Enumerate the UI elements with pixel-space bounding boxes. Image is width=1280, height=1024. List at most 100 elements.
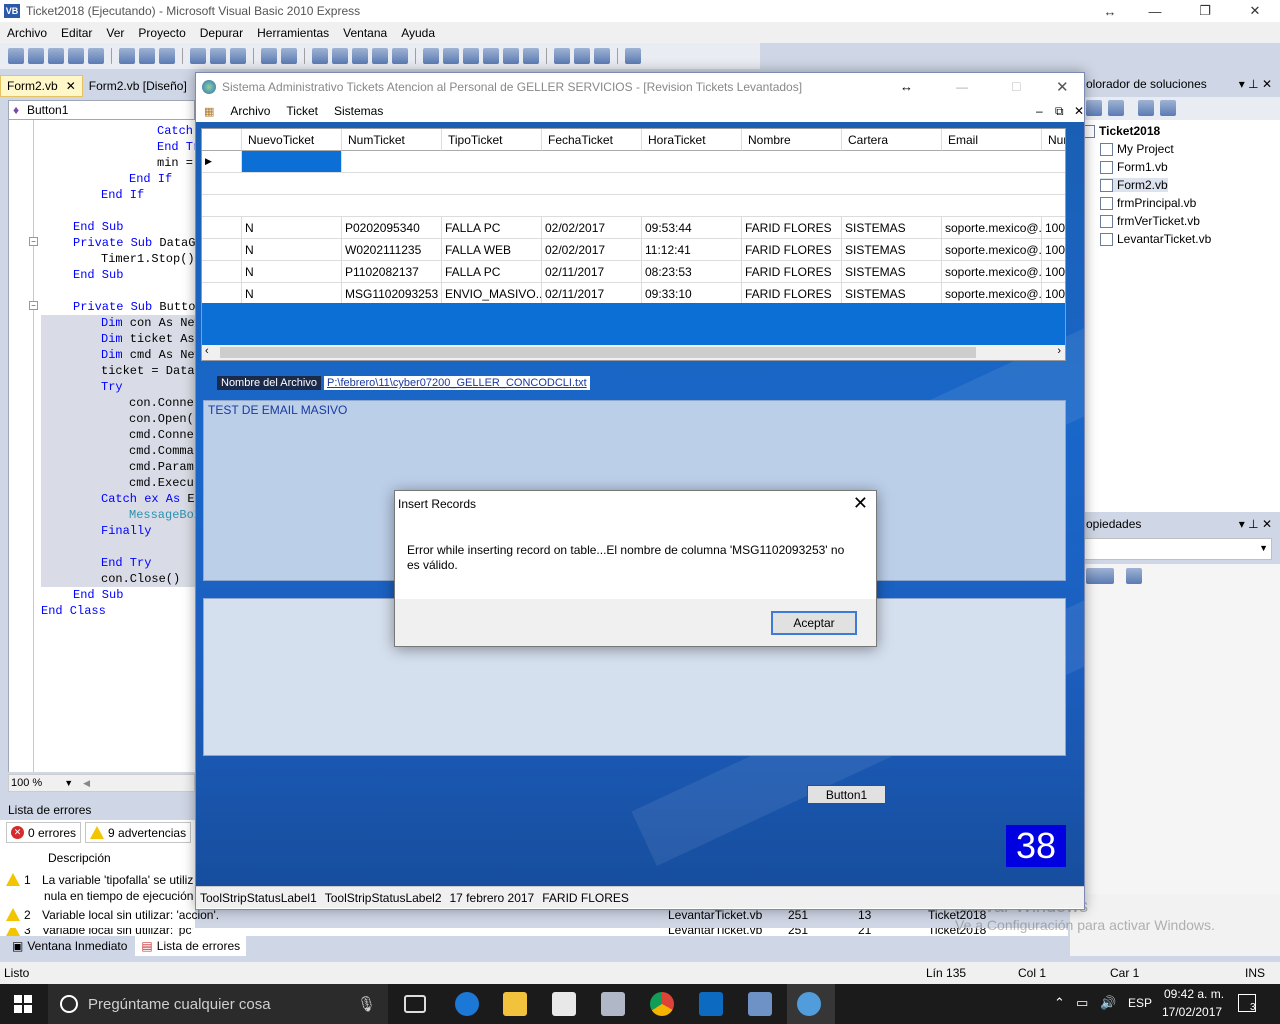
menu-ver[interactable]: Ver <box>99 26 131 40</box>
bookmark-next-icon[interactable] <box>594 48 610 64</box>
menu-ayuda[interactable]: Ayuda <box>394 26 442 40</box>
new-project-icon[interactable] <box>8 48 24 64</box>
grid-cell[interactable]: 09:33:10 <box>642 283 742 305</box>
store-icon[interactable] <box>552 992 576 1016</box>
app-menu-archivo[interactable]: Archivo <box>222 104 278 118</box>
button1[interactable]: Button1 <box>807 785 886 804</box>
scroll-left-icon[interactable]: ◀ <box>83 778 90 789</box>
grid-cell[interactable]: 09:53:44 <box>642 217 742 239</box>
properties-icon[interactable] <box>443 48 459 64</box>
outlook-icon[interactable] <box>699 992 723 1016</box>
file-name-value[interactable]: P:\febrero\11\cyber07200_GELLER_CONCODCL… <box>324 376 590 390</box>
properties-object-combo[interactable]: ▼ <box>1078 538 1272 560</box>
scroll-right-icon[interactable]: › <box>1057 345 1061 357</box>
menu-archivo[interactable]: Archivo <box>0 26 54 40</box>
grid-cell[interactable]: 1002 <box>1042 261 1065 283</box>
grid-horizontal-scrollbar[interactable]: ‹ › <box>202 345 1065 360</box>
open-file-icon[interactable] <box>28 48 44 64</box>
grid-empty-row[interactable] <box>202 173 1065 195</box>
app-maximize-button[interactable]: ☐ <box>1011 80 1022 94</box>
menu-editar[interactable]: Editar <box>54 26 99 40</box>
visual-basic-icon[interactable] <box>748 992 772 1016</box>
collapse-icon[interactable]: − <box>29 301 38 310</box>
task-view-icon[interactable] <box>404 995 426 1013</box>
code-editor[interactable]: − − Catch End Tr min = End If End If End Sub… <box>8 120 195 772</box>
volume-icon[interactable]: 🔊 <box>1100 995 1116 1011</box>
save-icon[interactable] <box>68 48 84 64</box>
navigate-icon[interactable] <box>554 48 570 64</box>
windows-start-icon[interactable] <box>14 995 32 1013</box>
app-close-button[interactable]: ✕ <box>1056 78 1069 96</box>
menu-proyecto[interactable]: Proyecto <box>131 26 192 40</box>
grid-cell[interactable]: W0202111235 <box>342 239 442 261</box>
grid-cell[interactable]: N <box>242 261 342 283</box>
start-debug-icon[interactable] <box>312 48 328 64</box>
tab-form2-vb[interactable]: Form2.vb ✕ <box>0 75 83 97</box>
object-browser-icon[interactable] <box>483 48 499 64</box>
scroll-left-icon[interactable]: ‹ <box>205 345 209 357</box>
microphone-icon[interactable]: 🎙 <box>357 995 376 1013</box>
grid-empty-row[interactable] <box>202 195 1065 217</box>
output-icon[interactable] <box>523 48 539 64</box>
find-icon[interactable] <box>190 48 206 64</box>
row-header-current[interactable]: ▶ <box>202 151 242 173</box>
copy-icon[interactable] <box>139 48 155 64</box>
menu-ventana[interactable]: Ventana <box>336 26 394 40</box>
network-icon[interactable]: ▭ <box>1076 995 1088 1011</box>
tree-item[interactable]: LevantarTicket.vb <box>1100 232 1211 246</box>
member-combo[interactable]: ♦ Button1 <box>8 100 195 120</box>
step-over-icon[interactable] <box>372 48 388 64</box>
column-header-nombre[interactable]: Nombre <box>742 129 842 151</box>
menu-herramientas[interactable]: Herramientas <box>250 26 336 40</box>
list-item[interactable]: 3 Variable local sin utilizar: 'pc' <box>6 928 194 936</box>
list-item[interactable]: 1 La variable 'tipofalla' se utiliz <box>6 873 193 887</box>
tree-item[interactable]: My Project <box>1100 142 1174 156</box>
file-explorer-icon[interactable] <box>503 992 527 1016</box>
grid-cell[interactable]: FARID FLORES <box>742 261 842 283</box>
grid-cell[interactable]: P0202095340 <box>342 217 442 239</box>
column-header-nuevoticket[interactable]: NuevoTicket <box>242 129 342 151</box>
chevron-down-icon[interactable]: ▼ <box>64 778 73 788</box>
warnings-filter-button[interactable]: 9 advertencias <box>85 822 192 843</box>
minimize-button[interactable]: — <box>1130 0 1180 22</box>
row-header[interactable] <box>202 217 242 239</box>
grid-cell[interactable]: FALLA PC <box>442 261 542 283</box>
grid-cell[interactable]: soporte.mexico@... <box>942 283 1042 305</box>
tree-item[interactable]: Form1.vb <box>1100 160 1168 174</box>
tab-error-list[interactable]: ▤ Lista de errores <box>135 936 247 956</box>
errors-filter-button[interactable]: ✕ 0 errores <box>6 822 82 843</box>
app-minimize-button[interactable]: — <box>956 80 968 94</box>
grid-cell[interactable]: soporte.mexico@... <box>942 217 1042 239</box>
view-code-icon[interactable] <box>1138 100 1154 116</box>
column-header-cartera[interactable]: Cartera <box>842 129 942 151</box>
clock-time[interactable]: 09:42 a. m. <box>1164 987 1224 1001</box>
cortana-search-box[interactable]: Pregúntame cualquier cosa 🎙 <box>48 984 388 1024</box>
edge-icon[interactable] <box>455 992 479 1016</box>
alphabetical-icon[interactable] <box>1098 568 1114 584</box>
grid-cell[interactable]: FARID FLORES <box>742 283 842 305</box>
grid-cell[interactable]: SISTEMAS <box>842 261 942 283</box>
add-item-icon[interactable] <box>48 48 64 64</box>
grid-cell[interactable]: FALLA WEB <box>442 239 542 261</box>
grid-cell[interactable]: soporte.mexico@... <box>942 261 1042 283</box>
mdi-close-button[interactable]: ✕ <box>1066 104 1092 118</box>
column-header-email[interactable]: Email <box>942 129 1042 151</box>
grid-cell[interactable]: N <box>242 239 342 261</box>
grid-cell[interactable]: 08:23:53 <box>642 261 742 283</box>
grid-cell[interactable]: 1002 <box>1042 239 1065 261</box>
row-header[interactable] <box>202 261 242 283</box>
row-header[interactable] <box>202 239 242 261</box>
pin-icon[interactable]: ▾ ⊥ ✕ <box>1239 77 1272 91</box>
tree-item[interactable]: frmVerTicket.vb <box>1100 214 1200 228</box>
bookmark-icon[interactable] <box>574 48 590 64</box>
tray-chevron-icon[interactable]: ⌃ <box>1054 995 1065 1011</box>
grid-cell[interactable]: P1102082137 <box>342 261 442 283</box>
app-menu-sistemas[interactable]: Sistemas <box>326 104 391 118</box>
comment-icon[interactable] <box>210 48 226 64</box>
grid-cell[interactable]: FARID FLORES <box>742 239 842 261</box>
tab-form2-design[interactable]: Form2.vb [Diseño] <box>83 75 193 97</box>
grid-cell-selected[interactable] <box>242 151 342 173</box>
paste-icon[interactable] <box>159 48 175 64</box>
grid-cell[interactable]: ENVIO_MASIVO... <box>442 283 542 305</box>
maximize-button[interactable]: ❐ <box>1180 0 1230 22</box>
